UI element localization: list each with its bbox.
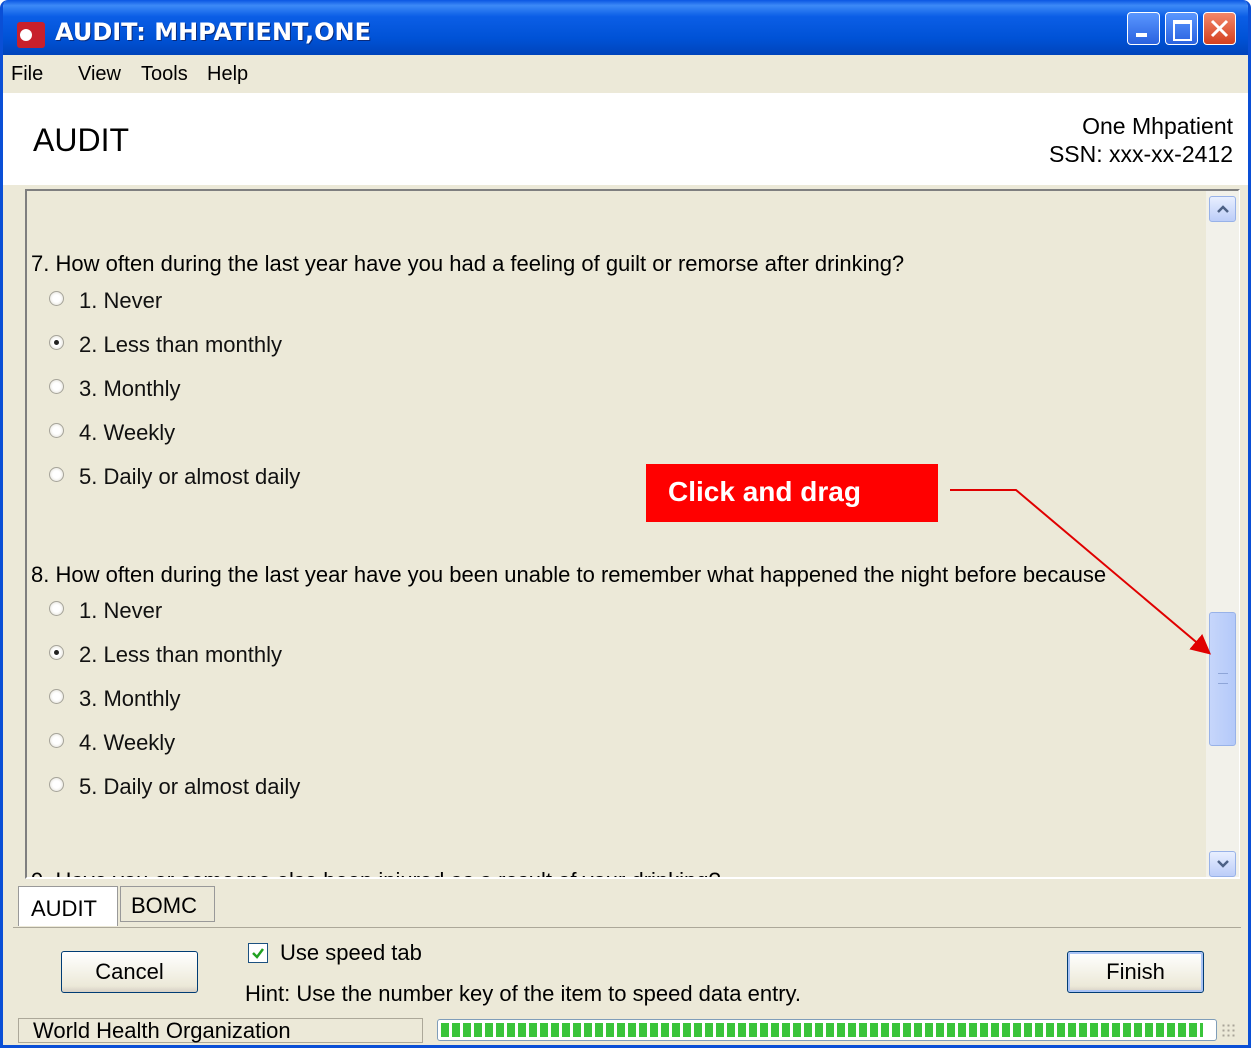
radio-button[interactable]: [49, 423, 64, 438]
progress-bar: [437, 1019, 1217, 1041]
radio-button[interactable]: [49, 777, 64, 792]
app-window: AUDIT: MHPATIENT,ONE File View Tools Hel…: [0, 0, 1251, 1048]
chevron-up-icon: [1217, 205, 1229, 213]
radio-button[interactable]: [49, 733, 64, 748]
vertical-scrollbar[interactable]: [1206, 191, 1239, 877]
cancel-button[interactable]: Cancel: [61, 951, 198, 993]
resize-grip-icon[interactable]: [1221, 1023, 1237, 1039]
app-icon: [17, 22, 45, 48]
menu-view[interactable]: View: [78, 63, 121, 86]
patient-ssn: SSN: xxx-xx-2412: [1048, 141, 1233, 167]
question-7: 7. How often during the last year have y…: [31, 251, 905, 276]
title-bar[interactable]: AUDIT: MHPATIENT,ONE: [3, 0, 1248, 55]
close-button[interactable]: [1203, 12, 1236, 45]
speed-tab-checkbox[interactable]: [248, 943, 268, 963]
radio-button-selected[interactable]: [49, 335, 64, 350]
hint-text: Hint: Use the number key of the item to …: [245, 981, 801, 1006]
scroll-down-button[interactable]: [1209, 851, 1236, 877]
menu-tools[interactable]: Tools: [141, 63, 188, 86]
question-panel: 7. How often during the last year have y…: [25, 189, 1240, 879]
finish-button[interactable]: Finish: [1067, 951, 1204, 993]
radio-button-selected[interactable]: [49, 645, 64, 660]
status-text: World Health Organization: [18, 1018, 423, 1043]
menu-file[interactable]: File: [11, 63, 43, 86]
question-8: 8. How often during the last year have y…: [31, 562, 1107, 587]
scroll-up-button[interactable]: [1209, 196, 1236, 222]
window-title: AUDIT: MHPATIENT,ONE: [55, 18, 371, 46]
radio-button[interactable]: [49, 601, 64, 616]
status-bar: World Health Organization: [13, 1017, 1241, 1045]
checkmark-icon: [252, 948, 264, 959]
radio-button[interactable]: [49, 467, 64, 482]
radio-button[interactable]: [49, 689, 64, 704]
patient-name: One Mhpatient: [1082, 113, 1233, 139]
scroll-thumb[interactable]: [1209, 612, 1236, 746]
annotation-callout: Click and drag: [646, 464, 938, 522]
footer-panel: Cancel Use speed tab Hint: Use the numbe…: [13, 927, 1241, 1016]
progress-fill: [441, 1023, 1203, 1037]
menu-help[interactable]: Help: [207, 63, 248, 86]
question-9: 9. Have you or someone else been injured…: [31, 868, 721, 877]
close-icon: [1210, 19, 1229, 38]
tab-audit[interactable]: AUDIT: [18, 886, 118, 926]
tab-bomc[interactable]: BOMC: [120, 886, 215, 922]
form-header: AUDIT One Mhpatient SSN: xxx-xx-2412: [3, 93, 1248, 185]
maximize-button[interactable]: [1165, 12, 1198, 45]
chevron-down-icon: [1217, 860, 1229, 868]
menu-bar: File View Tools Help: [3, 55, 1248, 93]
radio-button[interactable]: [49, 291, 64, 306]
radio-button[interactable]: [49, 379, 64, 394]
speed-tab-label[interactable]: Use speed tab: [280, 940, 422, 966]
form-title: AUDIT: [33, 122, 129, 158]
minimize-button[interactable]: [1127, 12, 1160, 45]
